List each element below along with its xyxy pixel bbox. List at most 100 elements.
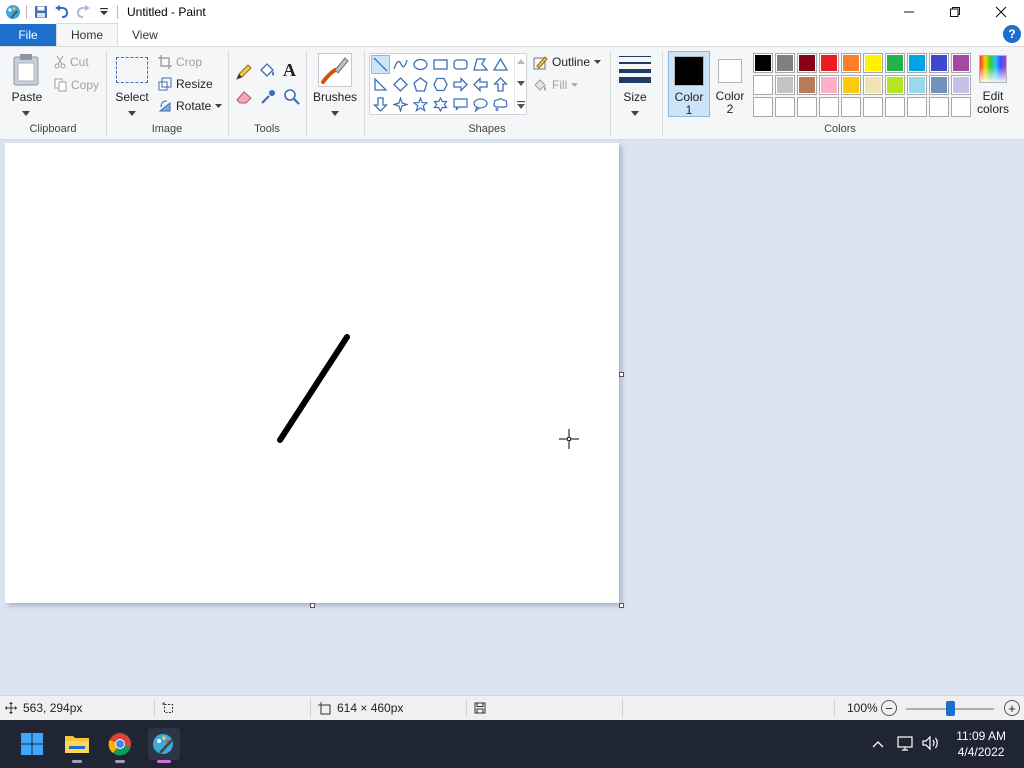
palette-swatch[interactable] (775, 97, 795, 117)
shape-cloud-callout-icon[interactable] (491, 95, 510, 114)
shape-polygon-icon[interactable] (471, 55, 490, 74)
palette-swatch[interactable] (863, 53, 883, 73)
close-button[interactable] (978, 0, 1024, 24)
paint-button[interactable] (148, 728, 180, 763)
save-icon[interactable] (30, 1, 51, 23)
palette-swatch[interactable] (841, 53, 861, 73)
shape-rounded-rectangle-icon[interactable] (451, 55, 470, 74)
palette-swatch[interactable] (951, 53, 971, 73)
size-icon[interactable] (618, 55, 652, 86)
palette-swatch[interactable] (819, 97, 839, 117)
palette-swatch[interactable] (885, 97, 905, 117)
palette-swatch[interactable] (885, 75, 905, 95)
palette-swatch[interactable] (797, 53, 817, 73)
file-explorer-button[interactable] (61, 728, 93, 763)
tab-view[interactable]: View (118, 24, 172, 46)
shape-diamond-icon[interactable] (391, 75, 410, 94)
palette-swatch[interactable] (753, 97, 773, 117)
start-button[interactable] (16, 728, 48, 760)
palette-swatch[interactable] (775, 53, 795, 73)
shape-five-point-star-icon[interactable] (411, 95, 430, 114)
pencil-icon[interactable] (235, 63, 253, 84)
palette-swatch[interactable] (797, 97, 817, 117)
chrome-button[interactable] (104, 728, 136, 763)
shape-triangle-icon[interactable] (491, 55, 510, 74)
cut-button[interactable]: Cut (54, 52, 89, 72)
drawing-canvas[interactable] (5, 143, 619, 603)
system-clock[interactable]: 11:09 AM 4/4/2022 (956, 728, 1006, 760)
fill-button[interactable]: Fill (533, 75, 579, 95)
scroll-down-icon[interactable] (517, 81, 525, 86)
resize-handle-corner[interactable] (619, 603, 624, 608)
volume-icon[interactable] (922, 735, 940, 754)
shape-pentagon-icon[interactable] (411, 75, 430, 94)
palette-swatch[interactable] (929, 53, 949, 73)
copy-button[interactable]: Copy (54, 75, 99, 95)
palette-swatch[interactable] (951, 97, 971, 117)
shape-four-point-star-icon[interactable] (391, 95, 410, 114)
edit-colors-button[interactable]: Edit colors (972, 90, 1014, 116)
help-button[interactable]: ? (1003, 25, 1021, 43)
shape-curve-icon[interactable] (391, 55, 410, 74)
shape-oval-icon[interactable] (411, 55, 430, 74)
shape-six-point-star-icon[interactable] (431, 95, 450, 114)
palette-swatch[interactable] (885, 53, 905, 73)
zoom-out-button[interactable]: − (881, 700, 897, 716)
palette-swatch[interactable] (863, 97, 883, 117)
palette-swatch[interactable] (797, 75, 817, 95)
palette-swatch[interactable] (907, 53, 927, 73)
tab-home[interactable]: Home (56, 23, 119, 46)
shape-down-arrow-icon[interactable] (371, 95, 390, 114)
paste-dropdown-icon[interactable] (22, 105, 30, 119)
rotate-button[interactable]: Rotate (158, 96, 223, 116)
resize-handle-bottom[interactable] (310, 603, 315, 608)
customize-toolbar-icon[interactable] (93, 1, 114, 23)
palette-swatch[interactable] (863, 75, 883, 95)
paste-icon[interactable] (8, 53, 48, 87)
text-tool-icon[interactable]: A (283, 60, 296, 81)
minimize-button[interactable] (886, 0, 932, 24)
palette-swatch[interactable] (841, 75, 861, 95)
palette-swatch[interactable] (753, 75, 773, 95)
zoom-in-button[interactable]: + (1004, 700, 1020, 716)
crop-button[interactable]: Crop (158, 52, 202, 72)
redo-icon[interactable] (72, 1, 93, 23)
palette-swatch[interactable] (775, 75, 795, 95)
brushes-dropdown-icon[interactable] (331, 105, 339, 119)
palette-swatch[interactable] (907, 97, 927, 117)
color1-button[interactable]: Color 1 (668, 51, 710, 117)
shape-up-arrow-icon[interactable] (491, 75, 510, 94)
magnifier-icon[interactable] (283, 88, 301, 109)
palette-swatch[interactable] (907, 75, 927, 95)
shape-oval-callout-icon[interactable] (471, 95, 490, 114)
shape-rect-callout-icon[interactable] (451, 95, 470, 114)
select-icon[interactable] (116, 57, 148, 83)
palette-swatch[interactable] (929, 97, 949, 117)
resize-button[interactable]: Resize (158, 74, 213, 94)
paste-button[interactable]: Paste (6, 90, 48, 104)
size-button[interactable]: Size (614, 90, 656, 104)
maximize-button[interactable] (932, 0, 978, 24)
scroll-up-icon[interactable] (517, 59, 525, 64)
network-icon[interactable] (897, 735, 915, 754)
palette-swatch[interactable] (819, 53, 839, 73)
show-hidden-icons-chevron-icon[interactable] (872, 737, 884, 751)
color-picker-icon[interactable] (259, 88, 277, 109)
select-dropdown-icon[interactable] (128, 105, 136, 119)
shape-rectangle-icon[interactable] (431, 55, 450, 74)
palette-swatch[interactable] (753, 53, 773, 73)
palette-swatch[interactable] (929, 75, 949, 95)
fill-bucket-icon[interactable] (258, 62, 276, 83)
palette-swatch[interactable] (951, 75, 971, 95)
size-dropdown-icon[interactable] (631, 105, 639, 119)
shape-left-arrow-icon[interactable] (471, 75, 490, 94)
canvas-workspace[interactable] (0, 140, 1024, 695)
eraser-icon[interactable] (235, 89, 253, 108)
gallery-expand-icon[interactable] (517, 101, 525, 109)
brushes-button[interactable]: Brushes (311, 90, 359, 104)
outline-button[interactable]: Outline (533, 52, 602, 72)
palette-swatch[interactable] (841, 97, 861, 117)
brush-icon[interactable] (318, 53, 352, 87)
shape-hexagon-icon[interactable] (431, 75, 450, 94)
paint-app-icon[interactable] (2, 1, 23, 23)
